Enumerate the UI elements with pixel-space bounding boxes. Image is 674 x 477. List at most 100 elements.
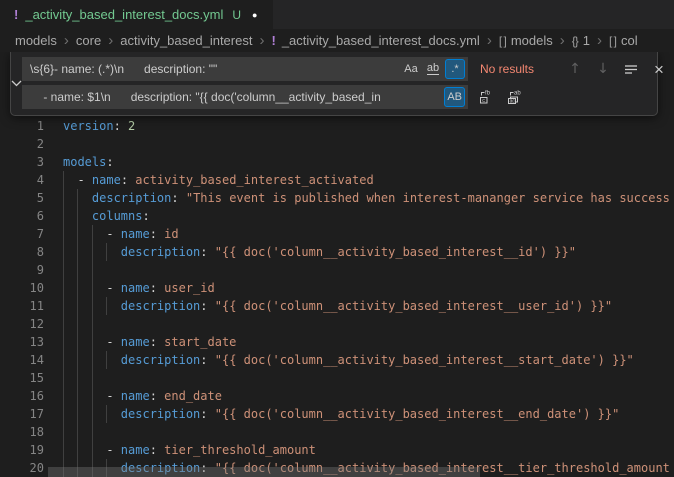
code-line-content[interactable] [63,261,674,279]
tab-active[interactable]: ! _activity_based_interest_docs.yml U ● [0,0,273,29]
line-number[interactable]: 5 [0,189,44,207]
code-line-content[interactable]: - name: activity_based_interest_activate… [63,171,674,189]
code-line-content[interactable]: description: "{{ doc('column__activity_b… [63,243,674,261]
line-number[interactable]: 10 [0,279,44,297]
toggle-replace-button[interactable] [11,57,22,109]
find-in-selection-button[interactable] [620,58,642,80]
whole-word-button[interactable]: ab [423,59,443,79]
breadcrumb-item--activity-based-interest-docs-yml[interactable]: !_activity_based_interest_docs.yml [271,33,479,48]
regex-button[interactable]: .* [445,59,465,79]
code-line: 10 - name: user_id [0,279,674,297]
chevron-right-icon: › [108,33,113,48]
previous-match-button[interactable]: ↑ [564,58,586,80]
line-number[interactable]: 12 [0,315,44,333]
code-line: 4 - name: activity_based_interest_activa… [0,171,674,189]
indent-guide [92,261,93,279]
code-line-content[interactable] [63,315,674,333]
match-case-button[interactable]: Aa [401,59,421,79]
chevron-right-icon: › [64,33,69,48]
breadcrumb-label: models [15,33,57,48]
close-find-button[interactable]: × [648,58,670,80]
code-line: 12 [0,315,674,333]
line-number[interactable]: 3 [0,153,44,171]
code-line: 8 description: "{{ doc('column__activity… [0,243,674,261]
replace-button[interactable]: fb c [474,86,496,108]
line-number[interactable]: 2 [0,135,44,153]
line-number[interactable]: 14 [0,351,44,369]
breadcrumb-label: core [76,33,101,48]
chevron-right-icon: › [597,33,602,48]
code-line: 14 description: "{{ doc('column__activit… [0,351,674,369]
line-number[interactable]: 1 [0,117,44,135]
breadcrumb-item-1[interactable]: {}1 [572,33,590,48]
line-number[interactable]: 16 [0,387,44,405]
code-line-content[interactable]: - name: id [63,225,674,243]
indent-guide [92,405,93,423]
indent-guide [63,297,64,315]
replace-all-button[interactable]: ab ac [502,86,524,108]
modified-dot-icon[interactable]: ● [252,10,257,20]
line-number[interactable]: 7 [0,225,44,243]
indent-guide [77,189,78,207]
replace-input[interactable]: - name: $1\n description: "{{ doc('colum… [22,85,468,109]
code-line-content[interactable] [63,369,674,387]
line-number[interactable]: 18 [0,423,44,441]
code-line-content[interactable]: description: "This event is published wh… [63,189,674,207]
breadcrumb-item-models[interactable]: [ ]models [499,33,553,48]
line-number[interactable]: 8 [0,243,44,261]
find-results-status: No results [480,62,558,76]
indent-guide [63,441,64,459]
line-number[interactable]: 11 [0,297,44,315]
find-input[interactable]: \s{6}- name: (.*)\n description: "" Aa a… [22,57,468,81]
breadcrumb-label: 1 [583,33,590,48]
code-line-content[interactable] [63,423,674,441]
breadcrumb-item-activity-based-interest[interactable]: activity_based_interest [120,33,252,48]
preserve-case-button[interactable]: AB [444,87,465,107]
breadcrumb-item-core[interactable]: core [76,33,101,48]
indent-guide [92,333,93,351]
line-number[interactable]: 19 [0,441,44,459]
breadcrumb-item-col[interactable]: [ ]col [609,33,638,48]
code-line-content[interactable]: models: [63,153,674,171]
indent-guide [63,261,64,279]
line-number[interactable]: 13 [0,333,44,351]
indent-guide [77,207,78,225]
code-line: 18 [0,423,674,441]
code-line-content[interactable]: description: "{{ doc('column__activity_b… [63,351,674,369]
breadcrumb: models › core › activity_based_interest › !_ac… [0,29,674,52]
line-number[interactable]: 15 [0,369,44,387]
line-number[interactable]: 6 [0,207,44,225]
code-line-content[interactable]: version: 2 [63,117,674,135]
indent-guide [63,387,64,405]
code-line-content[interactable]: - name: start_date [63,333,674,351]
editor[interactable]: \s{6}- name: (.*)\n description: "" Aa a… [0,52,674,477]
code-line: 2 [0,135,674,153]
line-number[interactable]: 4 [0,171,44,189]
indent-guide [63,207,64,225]
code-line: 19 - name: tier_threshold_amount [0,441,674,459]
next-match-button[interactable]: ↓ [592,58,614,80]
breadcrumb-item-models[interactable]: models [15,33,57,48]
line-number[interactable]: 17 [0,405,44,423]
replace-icon: fb c [477,89,493,105]
code-line: 1 version: 2 [0,117,674,135]
horizontal-scrollbar[interactable] [48,467,480,477]
replace-all-icon: ab ac [505,89,522,105]
code-line-content[interactable]: - name: end_date [63,387,674,405]
indent-guide [63,171,64,189]
indent-guide [77,333,78,351]
line-number[interactable]: 20 [0,459,44,477]
code-line-content[interactable]: description: "{{ doc('column__activity_b… [63,405,674,423]
code-line-content[interactable]: description: "{{ doc('column__activity_b… [63,297,674,315]
code-line-content[interactable]: - name: tier_threshold_amount [63,441,674,459]
indent-guide [77,387,78,405]
code-line-content[interactable]: - name: user_id [63,279,674,297]
code-line-content[interactable]: columns: [63,207,674,225]
code-line-content[interactable] [63,135,674,153]
code-line: 6 columns: [0,207,674,225]
arrow-down-icon: ↓ [597,61,609,77]
code-line: 13 - name: start_date [0,333,674,351]
line-number[interactable]: 9 [0,261,44,279]
indent-guide [92,315,93,333]
indent-guide [77,315,78,333]
